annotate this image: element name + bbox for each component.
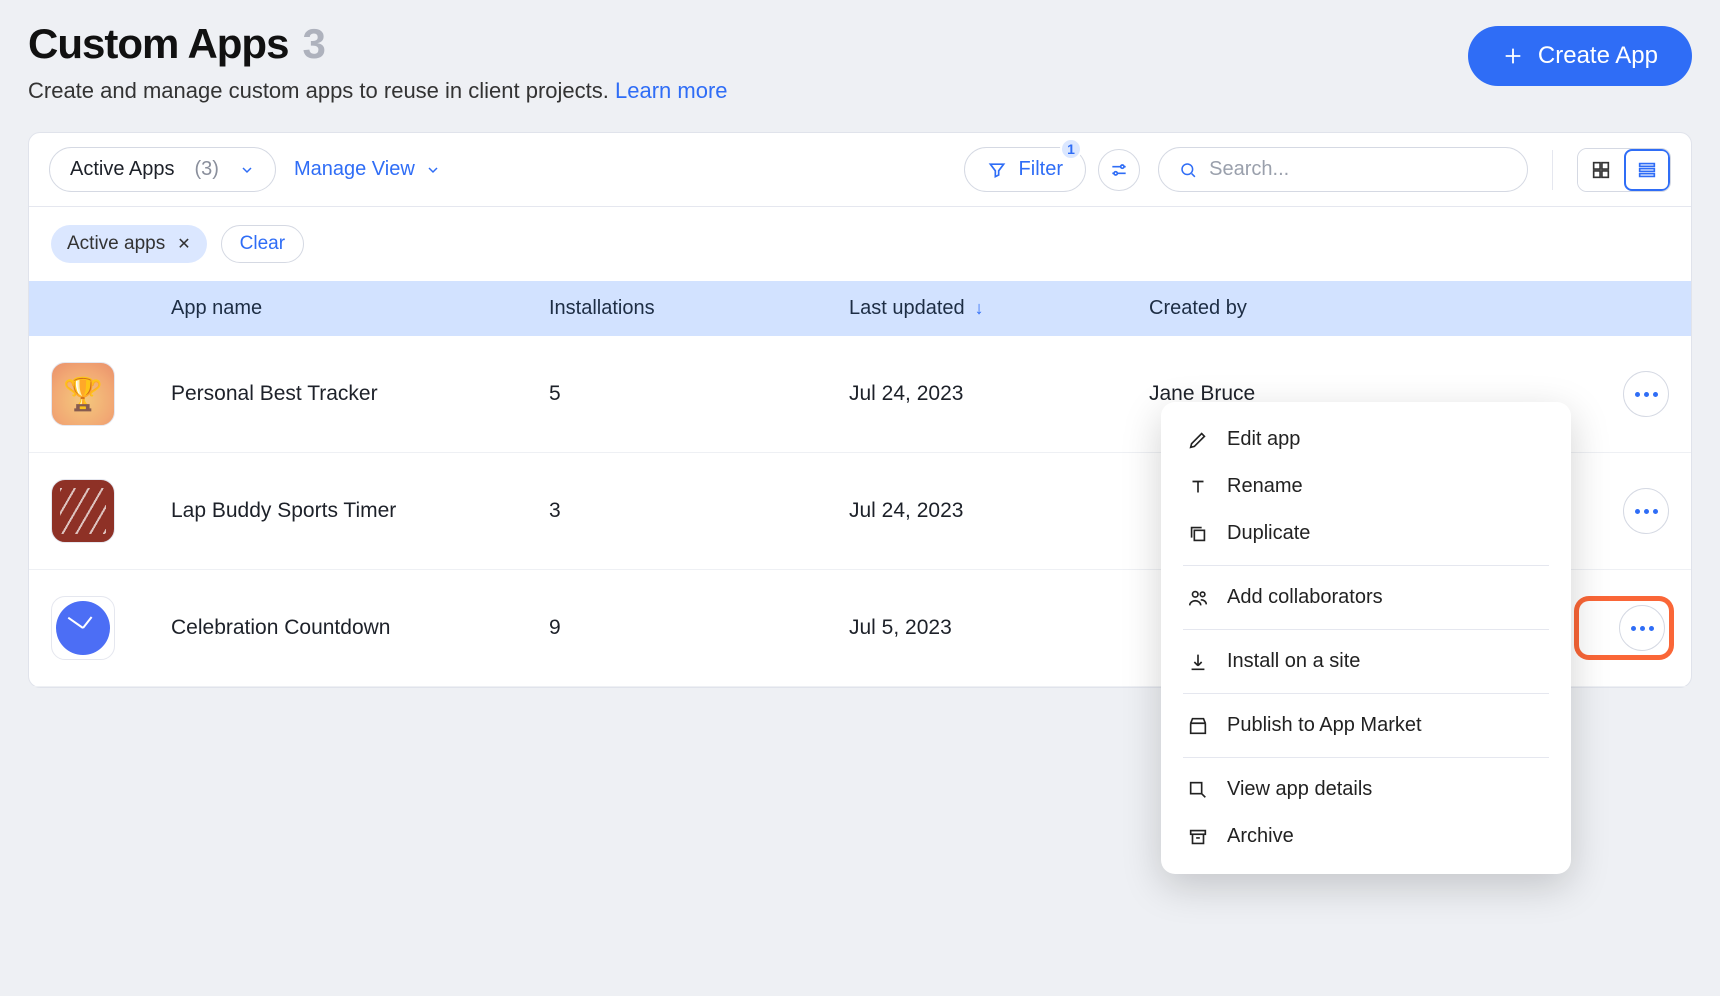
menu-add-collaborators[interactable]: Add collaborators — [1161, 574, 1571, 621]
filter-chips-bar: Active apps ✕ Clear — [29, 207, 1691, 281]
page-count: 3 — [302, 20, 325, 68]
grid-layout-button[interactable] — [1578, 149, 1624, 191]
text-icon — [1187, 476, 1209, 498]
col-label: App name — [171, 297, 262, 320]
manage-view-button[interactable]: Manage View — [294, 158, 441, 181]
more-icon — [1635, 509, 1658, 514]
layout-toggle — [1577, 148, 1671, 192]
table-body: 🏆 Personal Best Tracker 5 Jul 24, 2023 J… — [29, 336, 1691, 687]
zoom-icon — [1187, 779, 1209, 801]
app-updated: Jul 24, 2023 — [849, 499, 1149, 523]
menu-label: Archive — [1227, 825, 1294, 848]
menu-publish-market[interactable]: Publish to App Market — [1161, 702, 1571, 749]
view-select[interactable]: Active Apps (3) — [49, 147, 276, 192]
chevron-down-icon — [239, 162, 255, 178]
close-icon[interactable]: ✕ — [177, 234, 190, 254]
sort-down-icon: ↓ — [975, 298, 984, 319]
grid-icon — [1590, 159, 1612, 181]
menu-separator — [1183, 629, 1549, 630]
download-icon — [1187, 651, 1209, 673]
col-created-by[interactable]: Created by — [1149, 297, 1579, 320]
pencil-icon — [1187, 429, 1209, 451]
menu-view-details[interactable]: View app details — [1161, 766, 1571, 813]
subtitle-text: Create and manage custom apps to reuse i… — [28, 78, 609, 103]
filter-count-badge: 1 — [1060, 138, 1082, 160]
toolbar: Active Apps (3) Manage View Filter 1 — [29, 133, 1691, 207]
menu-label: Install on a site — [1227, 650, 1360, 673]
table-header: App name Installations Last updated ↓ Cr… — [29, 281, 1691, 336]
divider — [1552, 150, 1553, 190]
more-icon — [1635, 392, 1658, 397]
menu-rename[interactable]: Rename — [1161, 463, 1571, 510]
app-updated: Jul 24, 2023 — [849, 382, 1149, 406]
app-icon — [51, 596, 115, 660]
highlighted-more-target — [1579, 601, 1669, 655]
row-more-button[interactable] — [1619, 605, 1665, 651]
create-app-label: Create App — [1538, 42, 1658, 70]
table-row[interactable]: 🏆 Personal Best Tracker 5 Jul 24, 2023 J… — [29, 336, 1691, 453]
manage-view-label: Manage View — [294, 158, 415, 181]
menu-label: Publish to App Market — [1227, 714, 1422, 737]
app-name: Celebration Countdown — [171, 616, 549, 640]
list-icon — [1636, 159, 1658, 181]
menu-install-on-site[interactable]: Install on a site — [1161, 638, 1571, 685]
more-icon — [1631, 626, 1654, 631]
filter-label: Filter — [1019, 158, 1063, 181]
archive-icon — [1187, 826, 1209, 848]
page-subtitle: Create and manage custom apps to reuse i… — [28, 78, 728, 104]
menu-label: Add collaborators — [1227, 586, 1383, 609]
app-installations: 5 — [549, 382, 849, 406]
row-more-button[interactable] — [1623, 371, 1669, 417]
view-count: (3) — [195, 158, 219, 181]
col-app-name[interactable]: App name — [171, 297, 549, 320]
menu-edit-app[interactable]: Edit app — [1161, 416, 1571, 463]
app-icon — [51, 479, 115, 543]
menu-label: Rename — [1227, 475, 1303, 498]
row-more-button[interactable] — [1623, 488, 1669, 534]
page-title: Custom Apps — [28, 20, 288, 68]
store-icon — [1187, 715, 1209, 737]
menu-label: Edit app — [1227, 428, 1300, 451]
app-installations: 9 — [549, 616, 849, 640]
view-label: Active Apps — [70, 158, 175, 181]
chevron-down-icon — [425, 162, 441, 178]
clock-icon — [56, 601, 110, 655]
menu-separator — [1183, 757, 1549, 758]
col-label: Installations — [549, 297, 655, 320]
trophy-icon: 🏆 — [63, 375, 103, 413]
app-installations: 3 — [549, 499, 849, 523]
chip-label: Active apps — [67, 233, 165, 255]
copy-icon — [1187, 523, 1209, 545]
row-context-menu: Edit app Rename Duplicate Add collaborat… — [1161, 402, 1571, 874]
apps-card: Active Apps (3) Manage View Filter 1 — [28, 132, 1692, 688]
plus-icon — [1502, 45, 1524, 67]
menu-label: Duplicate — [1227, 522, 1310, 545]
col-label: Last updated — [849, 297, 965, 320]
funnel-icon — [987, 160, 1007, 180]
col-installations[interactable]: Installations — [549, 297, 849, 320]
search-icon — [1179, 160, 1197, 180]
search-input[interactable] — [1209, 158, 1507, 181]
app-icon: 🏆 — [51, 362, 115, 426]
list-layout-button[interactable] — [1624, 149, 1670, 191]
col-last-updated[interactable]: Last updated ↓ — [849, 297, 1149, 320]
app-updated: Jul 5, 2023 — [849, 616, 1149, 640]
filter-settings-button[interactable] — [1098, 149, 1140, 191]
menu-duplicate[interactable]: Duplicate — [1161, 510, 1571, 557]
users-icon — [1187, 587, 1209, 609]
menu-archive[interactable]: Archive — [1161, 813, 1571, 860]
search-field[interactable] — [1158, 147, 1528, 192]
menu-label: View app details — [1227, 778, 1372, 801]
filter-chip-active-apps[interactable]: Active apps ✕ — [51, 225, 207, 263]
create-app-button[interactable]: Create App — [1468, 26, 1692, 86]
app-name: Lap Buddy Sports Timer — [171, 499, 549, 523]
sliders-icon — [1109, 160, 1129, 180]
learn-more-link[interactable]: Learn more — [615, 78, 728, 103]
col-label: Created by — [1149, 297, 1247, 320]
clear-filters-button[interactable]: Clear — [221, 225, 304, 263]
app-name: Personal Best Tracker — [171, 382, 549, 406]
menu-separator — [1183, 565, 1549, 566]
menu-separator — [1183, 693, 1549, 694]
